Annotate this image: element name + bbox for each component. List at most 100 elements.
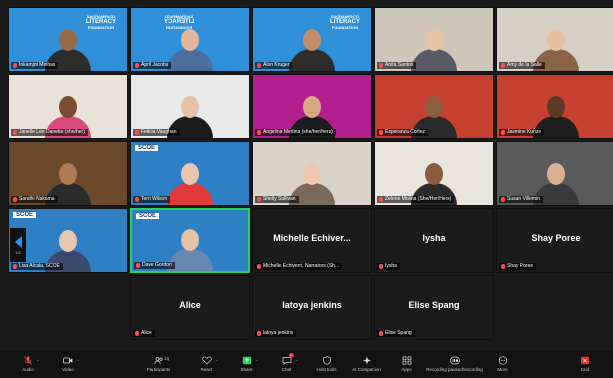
mic-muted-icon [13,264,17,269]
participant-count: 23 [164,356,169,361]
end-icon [580,356,590,365]
mic-muted-icon [135,331,139,336]
chevron-up-icon[interactable]: ^ [77,358,79,363]
video-button[interactable]: ^ Video [48,351,88,377]
participant-name-tag: Amy de la Salle [499,62,545,69]
participant-tile[interactable]: Amy de la Salle [496,7,613,72]
participant-tile[interactable]: Michelle Echiver... Michelle Echiverri, N… [252,208,372,273]
mic-muted-icon [13,197,17,202]
end-button[interactable]: End [565,351,605,377]
mic-muted-icon [501,63,505,68]
ai-companion-button[interactable]: AI Companion [347,351,387,377]
participant-tile[interactable]: SCOE Dave Gordon [130,208,250,273]
share-button[interactable]: ^ Share [227,351,267,377]
participant-tile[interactable]: Janelle Lee Danette (she/her) [8,74,128,139]
mic-muted-icon [501,130,505,135]
chevron-up-icon[interactable]: ^ [296,358,298,363]
participant-name: Inkamjot Minhas [19,62,56,68]
participant-tile[interactable]: Iysha Iysha [374,208,494,273]
participant-name-tag: Esperanza Cortez [377,129,429,136]
audio-button[interactable]: ^ Audio [8,351,48,377]
participant-display-name: Shay Poree [531,233,581,243]
participant-name: Esperanza Cortez [385,129,426,135]
scoe-logo: SCOE [135,145,159,151]
participant-name-tag: Janelle Lee Danette (she/her) [11,129,88,136]
video-label: Video [62,367,74,372]
participant-tile[interactable]: Alice Alice [130,275,250,340]
participant-display-name: Elise Spang [408,300,460,310]
participant-tile[interactable]: SACRAMENTO LITERACY FOUNDATION Alon Kruger [252,7,372,72]
participant-tile[interactable]: Susan Villemin [496,141,613,206]
ai-companion-label: AI Companion [352,367,381,372]
previous-page-button[interactable]: 1/2 [10,228,26,262]
more-button[interactable]: More [483,351,523,377]
unread-badge: 1 [288,353,294,358]
participant-tile[interactable]: Elise Spang Elise Spang [374,275,494,340]
participant-name-tag: Anita Santos [377,62,417,69]
participant-display-name: Alice [179,300,201,310]
participant-tile[interactable]: Shay Poree Shay Poree [496,208,613,273]
mic-muted-icon [13,130,17,135]
chat-button[interactable]: ^ 1 Chat [267,351,307,377]
scoe-logo: SCOE [136,213,160,219]
mic-muted-icon [13,63,17,68]
participants-button[interactable]: ^ 23 Participants [131,351,187,377]
audio-label: Audio [22,367,34,372]
participant-tile[interactable]: Sandhi Nakama [8,141,128,206]
chevron-up-icon[interactable]: ^ [256,358,258,363]
participant-display-name: latoya jenkins [282,300,342,310]
participant-name: Alon Kruger [263,62,290,68]
participant-name-tag: April Jacobs [133,62,172,69]
share-screen-icon: ^ [242,356,258,365]
recording-button[interactable]: Recording paused/recording [426,351,483,377]
participant-name: April Jacobs [141,62,169,68]
participant-tile[interactable]: Esperanza Cortez [374,74,494,139]
participant-name-tag: Iysha [377,263,400,270]
more-label: More [497,367,508,372]
participant-name-tag: latoya jenkins [255,330,297,337]
react-button[interactable]: ^ React [187,351,227,377]
participant-tile[interactable]: latoya jenkins latoya jenkins [252,275,372,340]
participant-video [167,27,213,71]
participant-tile[interactable]: Shelly Sullivan [252,141,372,206]
participant-name: Shelly Sullivan [263,196,296,202]
participant-tile[interactable]: SCOE Lisa Alcala, SCOE [8,208,128,273]
participant-name-tag: Michelle Echiverri, Narrators (Sh... [255,263,343,270]
participant-tile[interactable]: Jasmine Kunze [496,74,613,139]
chevron-up-icon[interactable]: ^ [216,358,218,363]
participant-tile[interactable]: Felicia Vaughan [130,74,250,139]
heart-icon: ^ [201,356,218,365]
participant-name: Felicia Vaughan [141,129,177,135]
participant-tile[interactable]: Angelina Medina (she/her/hers) [252,74,372,139]
mic-muted-icon [379,331,383,336]
participant-name-tag: Alon Kruger [255,62,293,69]
participant-tile[interactable]: SACRAMENTO LITERACY FOUNDATION April Jacobs [130,7,250,72]
record-icon [449,356,460,365]
participant-name-tag: Felicia Vaughan [133,129,180,136]
participant-name-tag: Angelina Medina (she/her/hers) [255,129,336,136]
participant-name: Alice [141,330,152,336]
meeting-toolbar: ^ Audio ^ Video ^ 23 Participants ^ React ^ Share ^… [0,350,613,378]
participant-name: Janelle Lee Danette (she/her) [19,129,85,135]
participant-tile[interactable]: SACRAMENTO LITERACY FOUNDATION Inkamjot Min… [8,7,128,72]
participant-video [167,161,213,205]
participant-name: Dave Gordon [142,262,172,268]
participant-tile[interactable]: Zelene Molina (She/Her/Hers) [374,141,494,206]
video-gallery: SACRAMENTO LITERACY FOUNDATION Inkamjot Min… [0,0,613,350]
chat-label: Chat [281,367,292,372]
camera-icon: ^ [63,356,79,365]
mic-muted-icon [257,130,261,135]
mic-muted-icon [379,264,383,269]
mic-muted-icon [257,197,261,202]
participant-tile[interactable]: Anita Santos [374,7,494,72]
apps-label: Apps [401,367,412,372]
host-tools-button[interactable]: Host tools [307,351,347,377]
participant-name: Jasmine Kunze [507,129,542,135]
apps-button[interactable]: Apps [387,351,427,377]
participant-name: Elise Spang [385,330,412,336]
react-label: React [200,367,213,372]
participant-name: Susan Villemin [507,196,540,202]
mic-muted-icon [135,63,139,68]
chevron-up-icon[interactable]: ^ [37,358,39,363]
participant-tile[interactable]: SCOE Terri Wilson [130,141,250,206]
